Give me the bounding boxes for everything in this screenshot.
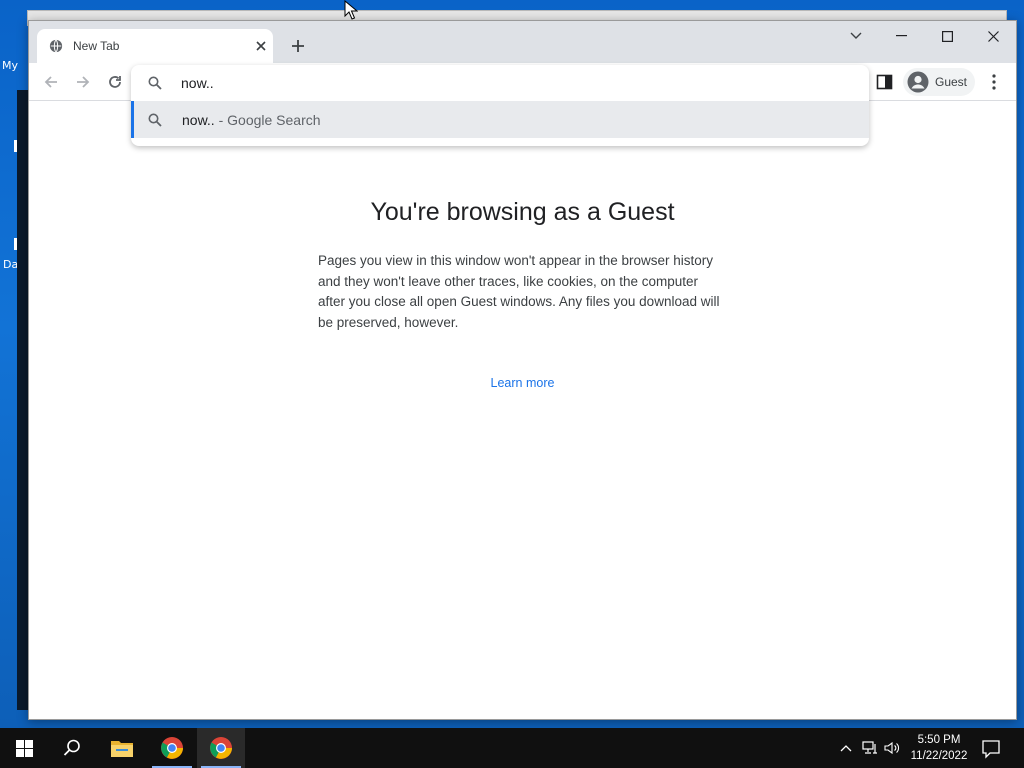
omnibox-input-row[interactable]	[131, 65, 869, 101]
taskbar-clock[interactable]: 5:50 PM 11/22/2022	[902, 732, 976, 764]
search-icon	[148, 113, 162, 127]
start-button[interactable]	[0, 728, 48, 768]
back-button[interactable]	[40, 71, 62, 93]
mouse-cursor	[344, 0, 358, 20]
clock-time: 5:50 PM	[917, 734, 961, 746]
chevron-down-icon	[850, 32, 862, 39]
suggestion-query: now..	[182, 112, 215, 128]
tab-search-button[interactable]	[833, 21, 879, 51]
clock-date: 11/22/2022	[910, 750, 968, 762]
chevron-up-icon	[840, 745, 852, 752]
taskbar-chrome-active[interactable]	[197, 728, 245, 768]
reload-button[interactable]	[104, 71, 126, 93]
chrome-icon	[210, 737, 232, 759]
maximize-icon	[941, 30, 953, 42]
network-button[interactable]	[862, 740, 878, 756]
kebab-menu-icon[interactable]	[987, 72, 1001, 92]
reload-icon	[109, 76, 121, 88]
taskbar-chrome[interactable]	[148, 728, 196, 768]
search-icon	[63, 739, 80, 756]
minimize-button[interactable]	[878, 21, 924, 51]
desktop-icon-label[interactable]: My	[2, 59, 18, 72]
guest-description: Pages you view in this window won't appe…	[318, 253, 720, 330]
profile-button[interactable]: Guest	[903, 68, 975, 96]
tab-strip: New Tab	[29, 21, 1016, 63]
address-bar-input[interactable]	[181, 73, 821, 93]
tab-new-tab[interactable]: New Tab	[37, 29, 273, 63]
file-explorer-icon	[111, 741, 133, 757]
avatar-icon	[907, 71, 929, 93]
search-icon	[148, 76, 162, 90]
show-hidden-icons-button[interactable]	[838, 740, 854, 756]
window-close-button[interactable]	[970, 21, 1016, 51]
minimize-icon	[895, 35, 907, 37]
suggestion-text: now.. - Google Search	[182, 112, 321, 128]
suggestion-suffix: - Google Search	[214, 112, 321, 128]
profile-label: Guest	[935, 75, 968, 89]
page-title: You're browsing as a Guest	[370, 198, 675, 226]
plus-icon	[292, 40, 304, 52]
volume-button[interactable]	[884, 740, 900, 756]
network-icon	[862, 741, 877, 754]
arrow-left-icon	[44, 76, 57, 88]
taskbar-file-explorer[interactable]	[98, 728, 146, 768]
notification-icon[interactable]	[980, 738, 1002, 760]
guest-page: You're browsing as a Guest Pages you vie…	[29, 102, 1016, 719]
taskbar: 5:50 PM 11/22/2022	[0, 728, 1024, 768]
windows-start-icon	[15, 739, 33, 757]
learn-more-link[interactable]: Learn more	[29, 376, 1016, 390]
arrow-right-icon	[77, 76, 90, 88]
globe-icon	[49, 39, 63, 53]
omnibox-dropdown: now.. - Google Search	[131, 65, 869, 146]
volume-icon	[884, 741, 899, 755]
tab-title: New Tab	[73, 39, 120, 53]
maximize-button[interactable]	[924, 21, 970, 51]
new-tab-button[interactable]	[287, 35, 309, 57]
browser-window: New Tab Guest You're browsing as a Guest…	[28, 20, 1017, 720]
side-panel-icon[interactable]	[875, 72, 895, 92]
close-icon	[256, 41, 266, 51]
close-icon	[987, 30, 999, 42]
omnibox-suggestion[interactable]: now.. - Google Search	[131, 101, 869, 138]
desktop-icon-label[interactable]: Da	[3, 258, 18, 271]
taskbar-search-button[interactable]	[48, 728, 96, 768]
chrome-icon	[161, 737, 183, 759]
forward-button[interactable]	[72, 71, 94, 93]
tab-close-button[interactable]	[253, 38, 269, 54]
